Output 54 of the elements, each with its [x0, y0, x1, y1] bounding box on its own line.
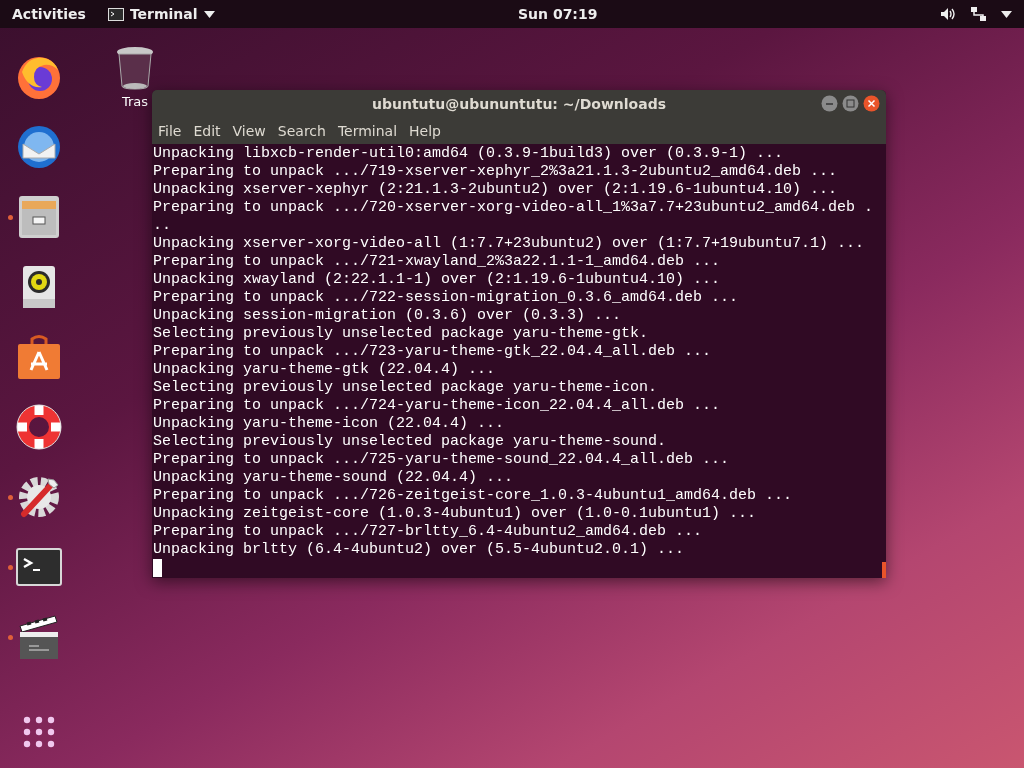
menu-item[interactable]: View	[228, 120, 270, 141]
output-line: Preparing to unpack .../725-yaru-theme-sound_22.04.4_all.deb ...	[153, 451, 730, 469]
output-line: Unpacking xserver-xephyr (2:21.1.3-2ubuntu2) over (2:1.19.6-1ubuntu4.10) ...	[153, 181, 838, 199]
lifebuoy-icon[interactable]	[16, 404, 62, 450]
output-line: Unpacking xwayland (2:22.1.1-1) over (2:1.19.6-1ubuntu4.10) ...	[153, 271, 721, 289]
clock[interactable]: Sun 07:19	[518, 6, 598, 22]
output-line: Selecting previously unselected package yaru-theme-sound.	[153, 433, 667, 451]
output-line: ..	[153, 217, 171, 235]
output-line: Unpacking yaru-theme-sound (22.04.4) ...	[153, 469, 514, 487]
menu-item[interactable]: Search	[273, 120, 330, 141]
caret-icon	[203, 10, 215, 18]
volume-icon[interactable]	[940, 7, 956, 21]
trash-label: Tras	[121, 94, 149, 109]
terminal-icon[interactable]	[16, 548, 62, 586]
menu-item[interactable]: Edit	[189, 120, 225, 141]
output-line: Preparing to unpack .../727-brltty_6.4-4ubuntu2_amd64.deb ...	[153, 523, 703, 541]
network-icon[interactable]	[970, 6, 987, 22]
output-line: Preparing to unpack .../722-session-migration_0.3.6_amd64.deb ...	[153, 289, 739, 307]
output-line: Unpacking yaru-theme-icon (22.04.4) ...	[153, 415, 505, 433]
terminal-icon	[107, 7, 124, 21]
output-line: Selecting previously unselected package yaru-theme-icon.	[153, 379, 658, 397]
output-line: Unpacking zeitgeist-core (1.0.3-4ubuntu1) over (1.0-0.1ubuntu1) ...	[153, 505, 757, 523]
activities-button[interactable]: Activities	[12, 6, 86, 22]
gear-wrench-icon[interactable]	[16, 474, 62, 520]
minimize-button[interactable]	[821, 95, 838, 112]
app-grid-icon[interactable]	[23, 716, 55, 748]
app-menu[interactable]: Terminal	[129, 6, 198, 22]
shopping-bag-icon[interactable]	[17, 334, 61, 380]
caret-icon[interactable]	[1001, 10, 1012, 18]
output-line: Preparing to unpack .../724-yaru-theme-icon_22.04.4_all.deb ...	[153, 397, 721, 415]
output-line: Preparing to unpack .../723-yaru-theme-gtk_22.04.4_all.deb ...	[153, 343, 712, 361]
output-line: Unpacking session-migration (0.3.6) over (0.3.3) ...	[153, 307, 622, 325]
output-line: Preparing to unpack .../726-zeitgeist-core_1.0.3-4ubuntu1_amd64.deb ...	[153, 487, 793, 505]
close-button[interactable]	[863, 95, 880, 112]
output-line: Selecting previously unselected package yaru-theme-gtk.	[153, 325, 649, 343]
menu-item[interactable]: File	[154, 120, 186, 141]
speaker-icon[interactable]	[22, 265, 56, 309]
output-line: Unpacking libxcb-render-util0:amd64 (0.3.9-1build3) over (0.3.9-1) ...	[153, 145, 784, 163]
file-cabinet-icon[interactable]	[18, 195, 60, 239]
output-line: Unpacking brltty (6.4-4ubuntu2) over (5.5-4ubuntu2.0.1) ...	[153, 541, 685, 559]
menu-item[interactable]: Help	[405, 120, 445, 141]
output-line: Preparing to unpack .../719-xserver-xephyr_2%3a21.1.3-2ubuntu2_amd64.deb ...	[153, 163, 838, 181]
menu-item[interactable]: Terminal	[333, 120, 402, 141]
clapperboard-icon[interactable]	[17, 614, 61, 660]
text-cursor	[153, 559, 162, 577]
browser-icon[interactable]	[16, 54, 62, 100]
output-line: Preparing to unpack .../720-xserver-xorg-video-all_1%3a7.7+23ubuntu2_amd64.deb .	[153, 199, 874, 217]
mail-icon[interactable]	[15, 124, 63, 170]
window-title: ubuntutu@ubununtutu: ~/Downloads	[371, 95, 667, 112]
trash-can-icon[interactable]	[116, 46, 154, 90]
scrollbar[interactable]	[882, 562, 886, 578]
output-line: Unpacking yaru-theme-gtk (22.04.4) ...	[153, 361, 496, 379]
output-line: Preparing to unpack .../721-xwayland_2%3a22.1.1-1_amd64.deb ...	[153, 253, 721, 271]
output-line: Unpacking xserver-xorg-video-all (1:7.7+23ubuntu2) over (1:7.7+19ubuntu7.1) ...	[153, 235, 865, 253]
